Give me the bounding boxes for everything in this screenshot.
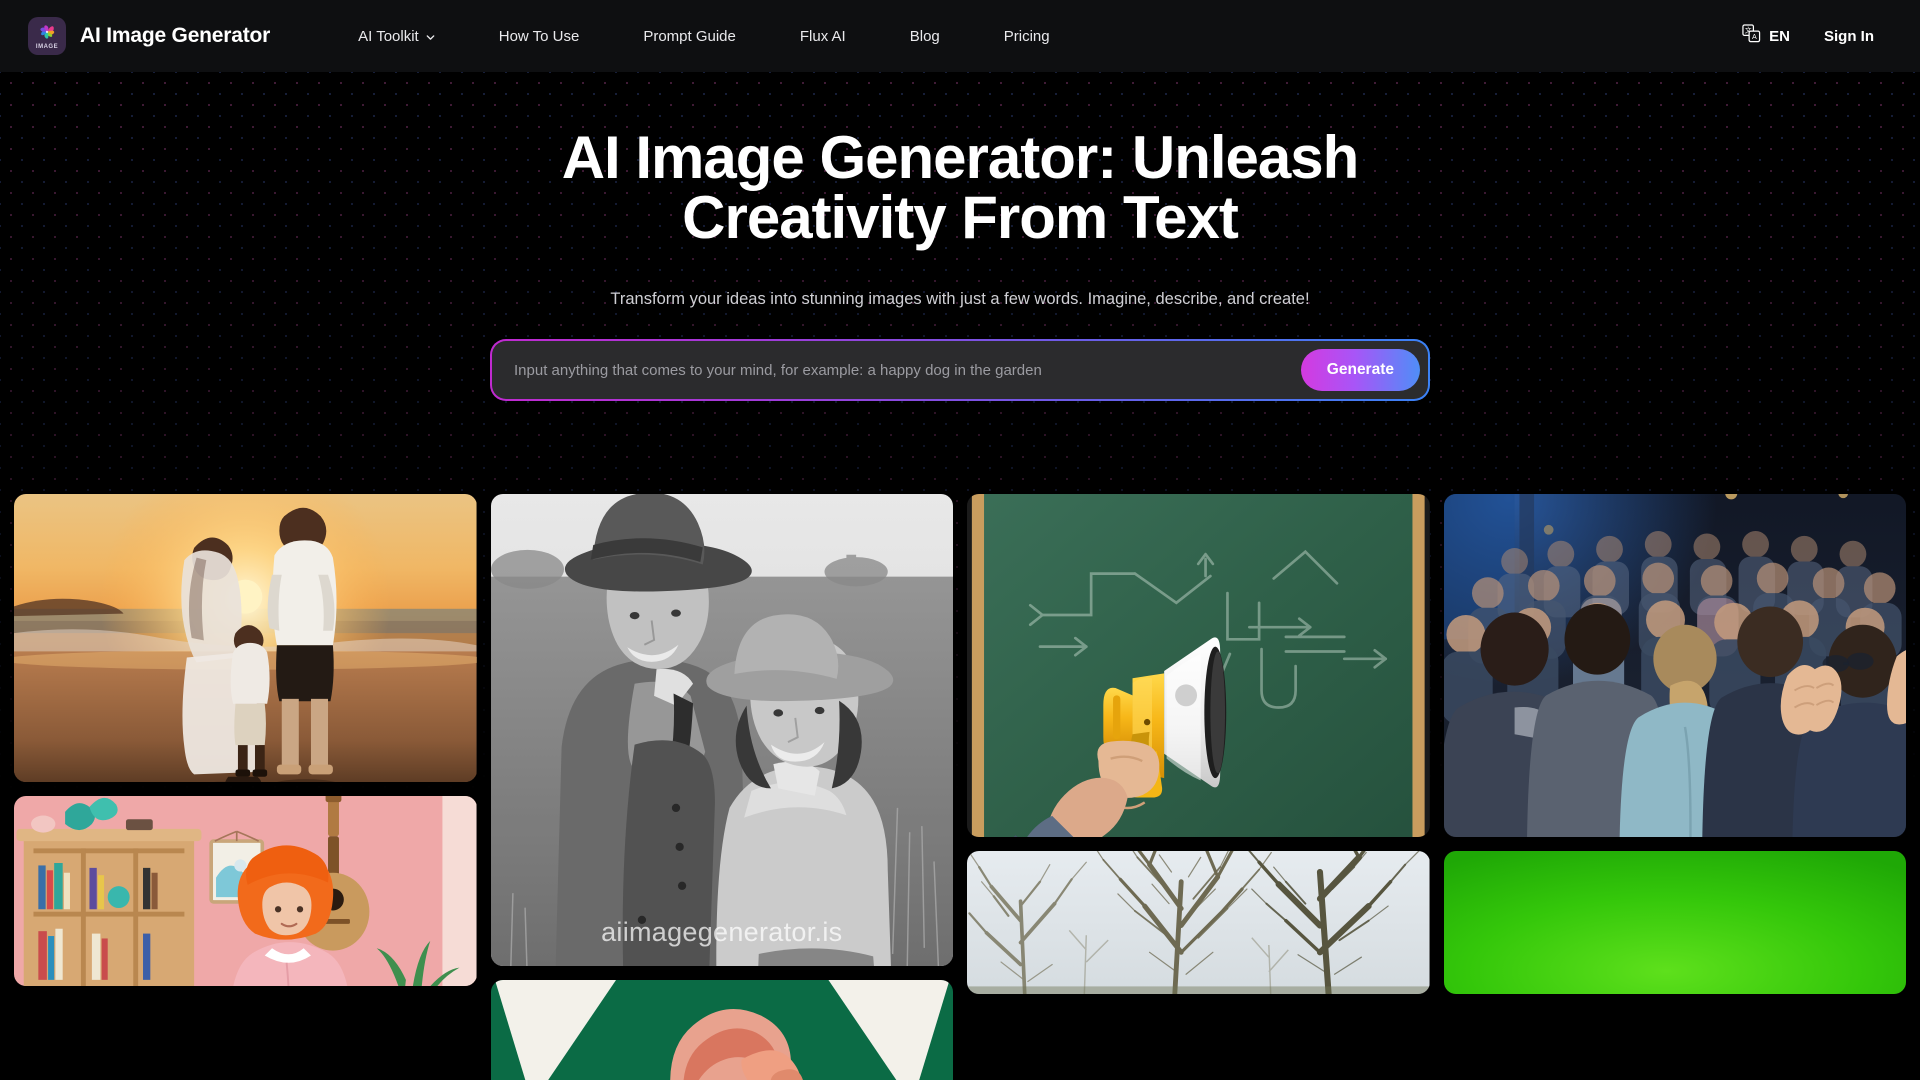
hero-section: AI Image Generator: Unleash Creativity F…: [0, 72, 1920, 309]
page-title: AI Image Generator: Unleash Creativity F…: [561, 124, 1360, 251]
prompt-bar-inner: Generate: [492, 341, 1428, 399]
gallery-tile-green-screen[interactable]: [1443, 851, 1906, 994]
brand-logo-link[interactable]: IMAGE AI Image Generator: [28, 17, 270, 55]
sign-in-button[interactable]: Sign In: [1824, 28, 1874, 45]
nav-item-prompt-guide[interactable]: Prompt Guide: [611, 28, 768, 45]
nav-item-how-to-use[interactable]: How To Use: [467, 28, 612, 45]
header-actions: 文 A EN Sign In: [1742, 24, 1896, 48]
nav-item-label: Prompt Guide: [643, 27, 736, 45]
gallery-column: [14, 494, 477, 986]
language-selector[interactable]: 文 A EN: [1742, 24, 1790, 48]
language-label: EN: [1769, 27, 1790, 45]
brand-name: AI Image Generator: [80, 24, 271, 47]
main-nav: AI Toolkit How To Use Prompt Guide Flux …: [326, 28, 1081, 45]
gallery-tile-winter-trees[interactable]: [967, 851, 1430, 994]
hero-subtitle: Transform your ideas into stunning image…: [610, 290, 1310, 308]
logo-wordmark: IMAGE: [35, 44, 59, 50]
nav-item-pricing[interactable]: Pricing: [972, 28, 1082, 45]
chevron-down-icon: [425, 32, 435, 42]
gallery-tile-megaphone-chalkboard[interactable]: [967, 494, 1430, 837]
nav-item-label: How To Use: [498, 27, 580, 45]
svg-text:A: A: [1752, 33, 1757, 41]
nav-item-label: Flux AI: [799, 27, 846, 45]
site-header: IMAGE AI Image Generator AI Toolkit How …: [0, 0, 1920, 72]
gallery-column: [1443, 494, 1906, 994]
gallery-tile-pink-room-girl[interactable]: [14, 796, 477, 986]
gallery-column: [967, 494, 1430, 994]
gallery-tile-green-portrait[interactable]: [490, 980, 953, 1080]
image-gallery: aiimagegenerator.is: [0, 494, 1920, 1080]
prompt-input[interactable]: [514, 341, 1301, 399]
gallery-tile-beach-sunset-family[interactable]: [14, 494, 477, 782]
nav-item-label: Blog: [909, 27, 940, 45]
prompt-bar: Generate: [490, 339, 1430, 401]
rainbow-spiral-icon: IMAGE: [28, 17, 66, 55]
gallery-tile-vintage-couple[interactable]: aiimagegenerator.is: [490, 494, 953, 966]
nav-item-label: AI Toolkit: [358, 27, 419, 45]
page-root: IMAGE AI Image Generator AI Toolkit How …: [0, 0, 1920, 1080]
gallery-column: aiimagegenerator.is: [490, 494, 953, 1080]
generate-button[interactable]: Generate: [1300, 349, 1420, 391]
nav-item-ai-toolkit[interactable]: AI Toolkit: [326, 28, 467, 45]
nav-item-label: Pricing: [1003, 27, 1050, 45]
gallery-tile-audience-applause[interactable]: [1443, 494, 1906, 837]
translate-icon: 文 A: [1742, 24, 1761, 48]
nav-item-blog[interactable]: Blog: [878, 28, 972, 45]
nav-item-flux-ai[interactable]: Flux AI: [768, 28, 878, 45]
